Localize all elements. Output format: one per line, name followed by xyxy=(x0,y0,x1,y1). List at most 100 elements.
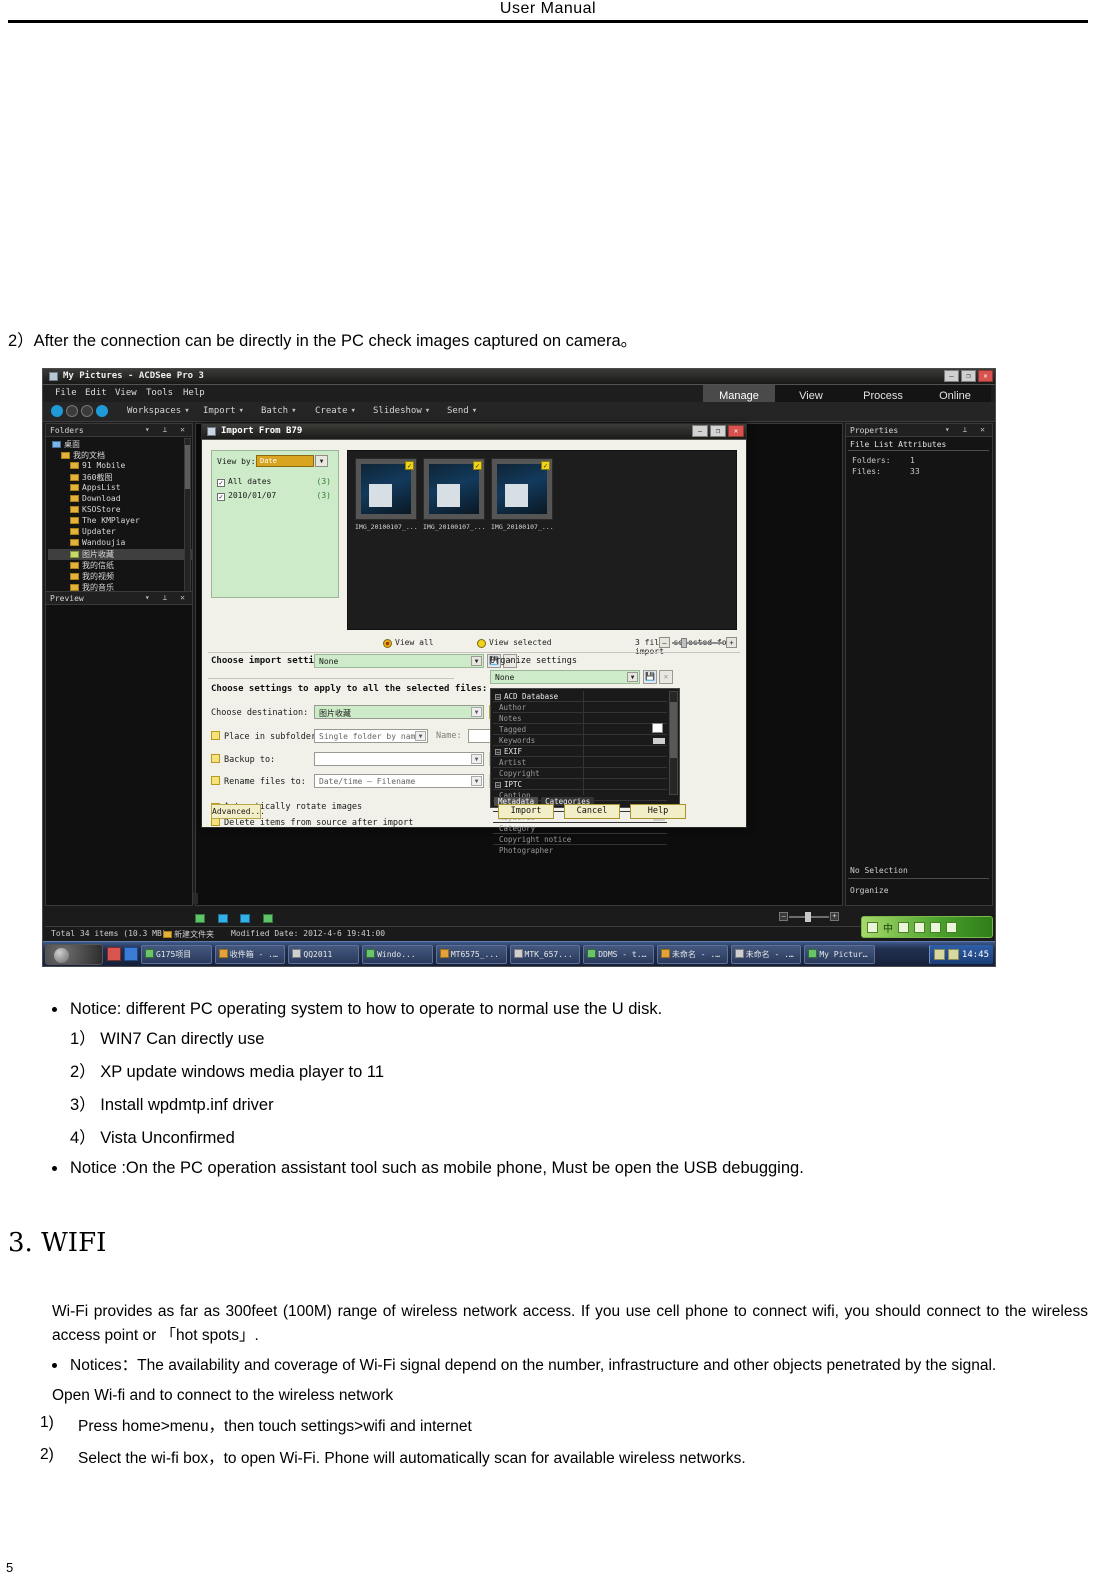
slider-thumb[interactable] xyxy=(681,638,687,648)
date-filter-day[interactable]: ✓ 2010/01/07 xyxy=(217,491,276,501)
toolbar-workspaces[interactable]: Workspaces ▾ xyxy=(127,406,190,416)
image-icon[interactable] xyxy=(195,914,205,923)
folder-tree-item[interactable]: AppsList xyxy=(48,483,192,494)
app-icon[interactable] xyxy=(107,947,121,961)
metadata-scrollbar[interactable] xyxy=(669,691,678,795)
taskbar-button[interactable]: Windo... xyxy=(362,945,433,964)
folder-tree-item[interactable]: 桌面 xyxy=(48,439,192,450)
taskbar-button[interactable]: DDMS - t... xyxy=(583,945,654,964)
ime-toolbox-icon[interactable] xyxy=(946,921,957,933)
toolbar-send[interactable]: Send ▾ xyxy=(447,406,477,416)
ime-moon-icon[interactable] xyxy=(898,921,909,933)
panel-controls[interactable]: ▾ ⊥ ✕ xyxy=(145,425,189,434)
checkbox-icon[interactable]: ✓ xyxy=(217,493,225,501)
chevron-down-icon[interactable]: ▼ xyxy=(315,455,328,467)
taskbar-button[interactable]: 未命名 - ... xyxy=(730,945,802,964)
toolbar-import[interactable]: Import ▾ xyxy=(203,406,244,416)
thumbnail-item[interactable]: ✓ xyxy=(423,458,485,520)
navigation-orbs[interactable] xyxy=(51,405,108,417)
metadata-group-exif[interactable]: − EXIF xyxy=(495,747,522,756)
subfolder-select[interactable]: Single folder by name ▼ xyxy=(314,729,428,743)
folder-tree-item[interactable]: 360截图 xyxy=(48,472,192,483)
backup-input[interactable]: ▼ xyxy=(314,752,484,766)
rotate-right-icon[interactable] xyxy=(240,914,251,923)
folder-tree-item[interactable]: Updater xyxy=(48,527,192,538)
taskbar-button[interactable]: MTK_657... xyxy=(509,945,581,964)
zoom-out-icon[interactable]: – xyxy=(659,637,670,648)
home-icon[interactable] xyxy=(51,405,63,417)
metadata-field-tagged[interactable]: Tagged xyxy=(499,725,526,734)
checkmark-icon[interactable]: ✓ xyxy=(405,461,414,470)
panel-controls[interactable]: ▾ ⊥ ✕ xyxy=(945,425,989,434)
taskbar-button[interactable]: MT6575_... xyxy=(435,945,507,964)
radio-view-all[interactable] xyxy=(383,639,392,648)
metadata-field-artist[interactable]: Artist xyxy=(499,758,526,767)
collapse-icon[interactable]: − xyxy=(495,782,501,789)
import-settings-select[interactable]: None ▼ xyxy=(314,654,484,668)
dialog-close-button[interactable]: ✕ xyxy=(728,425,744,437)
folder-tree-item[interactable]: 我的信纸 xyxy=(48,560,192,571)
folder-tree-item[interactable]: 91 Mobile xyxy=(48,461,192,472)
radio-view-selected[interactable] xyxy=(477,639,486,648)
panel-controls[interactable]: ▾ ⊥ ✕ xyxy=(145,593,189,602)
backup-option[interactable]: Backup to: xyxy=(211,754,275,765)
up-icon[interactable] xyxy=(96,405,108,417)
organize-settings-select[interactable]: None ▼ xyxy=(490,670,640,684)
checkmark-icon[interactable]: ✓ xyxy=(541,461,550,470)
zoom-in-icon[interactable]: + xyxy=(830,912,839,921)
folder-tree-item[interactable]: KSOStore xyxy=(48,505,192,516)
tagged-checkbox[interactable] xyxy=(652,723,663,733)
tray-icon[interactable] xyxy=(933,949,945,960)
minimize-button[interactable]: — xyxy=(944,370,959,382)
keywords-browse-icon[interactable] xyxy=(653,738,665,744)
delete-organize-settings-button[interactable]: ✕ xyxy=(659,670,673,684)
folder-tree-item[interactable]: 图片收藏 xyxy=(48,549,192,560)
metadata-panel[interactable]: − ACD Database Author Notes Tagged Keywor… xyxy=(490,688,680,855)
menu-item-help[interactable]: Help xyxy=(183,388,205,398)
menu-item-file[interactable]: File xyxy=(55,388,77,398)
folder-tree-item[interactable]: 我的视频 xyxy=(48,571,192,582)
view-all-label[interactable]: View all xyxy=(395,638,434,647)
zoom-out-icon[interactable]: – xyxy=(779,912,788,921)
menu-item-edit[interactable]: Edit xyxy=(85,388,107,398)
save-organize-settings-button[interactable]: 💾 xyxy=(643,670,657,684)
scrollbar-thumb[interactable] xyxy=(185,445,190,489)
ime-keyboard-icon[interactable] xyxy=(930,921,941,933)
destination-input[interactable]: 图片收藏 ▼ xyxy=(314,705,484,719)
cancel-button[interactable]: Cancel xyxy=(564,804,620,819)
rotate-left-icon[interactable] xyxy=(217,914,228,923)
metadata-group-acd[interactable]: − ACD Database xyxy=(495,692,558,701)
advanced-button[interactable]: Advanced... xyxy=(211,804,265,819)
zoom-in-icon[interactable]: + xyxy=(726,637,737,648)
checkmark-icon[interactable]: ✓ xyxy=(473,461,482,470)
chevron-down-icon[interactable]: ▼ xyxy=(415,731,426,741)
taskbar-button[interactable]: QQ2011 xyxy=(288,945,360,964)
thumbnail-zoom-slider[interactable]: – + xyxy=(779,912,839,922)
metadata-field-photographer[interactable]: Photographer xyxy=(499,846,553,855)
start-button[interactable] xyxy=(45,944,103,965)
metadata-field-copyright[interactable]: Copyright xyxy=(499,769,540,778)
maximize-button[interactable]: ❐ xyxy=(961,370,976,382)
taskbar-button[interactable]: 未命名 - ... xyxy=(656,945,728,964)
checkbox-icon[interactable] xyxy=(211,754,220,763)
chevron-down-icon[interactable]: ▼ xyxy=(471,656,482,666)
menu-item-tools[interactable]: Tools xyxy=(146,388,173,398)
app-icon[interactable] xyxy=(124,947,138,961)
folder-tree-item[interactable]: 我的文档 xyxy=(48,450,192,461)
collapse-icon[interactable]: − xyxy=(495,694,501,701)
toolbar-slideshow[interactable]: Slideshow ▾ xyxy=(373,406,430,416)
rename-option[interactable]: Rename files to: xyxy=(211,776,306,787)
metadata-field-category[interactable]: Category xyxy=(499,824,535,833)
taskbar-button[interactable]: G175项目 xyxy=(141,945,212,964)
checkbox-icon[interactable] xyxy=(211,731,220,740)
chevron-down-icon[interactable]: ▼ xyxy=(471,707,482,717)
back-icon[interactable] xyxy=(66,405,78,417)
dialog-maximize-button[interactable]: ❐ xyxy=(710,425,726,437)
metadata-field-keywords[interactable]: Keywords xyxy=(499,736,535,745)
view-selected-label[interactable]: View selected xyxy=(489,638,552,647)
toolbar-create[interactable]: Create ▾ xyxy=(315,406,356,416)
metadata-field-notes[interactable]: Notes xyxy=(499,714,522,723)
folder-tree-item[interactable]: Wandoujia xyxy=(48,538,192,549)
toolbar-batch[interactable]: Batch ▾ xyxy=(261,406,297,416)
ime-language-bar[interactable]: 中 xyxy=(861,916,993,938)
